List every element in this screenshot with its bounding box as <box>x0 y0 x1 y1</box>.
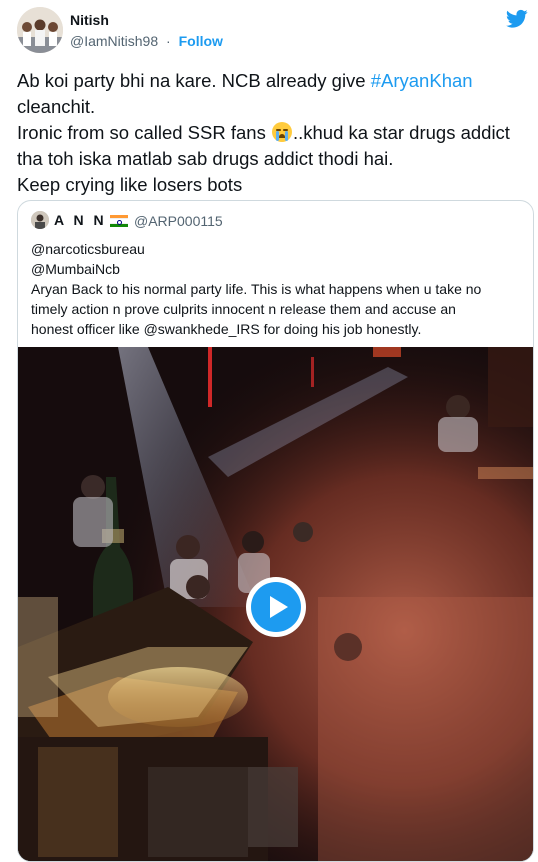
quoted-tweet-text: @narcoticsbureau @MumbaiNcb Aryan Back t… <box>31 239 523 339</box>
author-name[interactable]: Nitish <box>70 12 109 28</box>
play-button[interactable] <box>246 577 306 637</box>
tweet-text: Ab koi party bhi na kare. NCB already gi… <box>17 68 522 198</box>
quoted-text-line: timely action n prove culprits innocent … <box>31 301 456 317</box>
quoted-text-line: honest officer like @swankhede_IRS for d… <box>31 321 422 337</box>
follow-button[interactable]: Follow <box>179 33 223 49</box>
tweet-line-2: Ironic from so called SSR fans ..khud ka… <box>17 120 522 172</box>
tweet-text-segment: Ironic from so called SSR fans <box>17 122 271 143</box>
tweet-card: Nitish @IamNitish98 · Follow Ab koi part… <box>0 0 538 862</box>
hashtag-link[interactable]: #AryanKhan <box>371 70 473 91</box>
quoted-author-handle[interactable]: @ARP000115 <box>134 213 223 229</box>
tweet-line-3: Keep crying like losers bots <box>17 174 243 195</box>
author-handle-row: @IamNitish98 · Follow <box>70 33 223 49</box>
play-icon <box>251 582 301 632</box>
separator-dot: · <box>166 33 171 49</box>
tweet-text-segment: Ab koi party bhi na kare. NCB already gi… <box>17 70 371 91</box>
quoted-tweet[interactable]: A N N I @ARP000115 @narcoticsbureau @Mum… <box>17 200 534 862</box>
loudly-crying-face-emoji <box>271 122 292 142</box>
quoted-text-line: Aryan Back to his normal party life. Thi… <box>31 281 482 297</box>
mention-mumbaincb[interactable]: @MumbaiNcb <box>31 259 523 279</box>
tweet-line-1: Ab koi party bhi na kare. NCB already gi… <box>17 68 522 120</box>
author-handle[interactable]: @IamNitish98 <box>70 33 158 49</box>
twitter-bird-icon[interactable] <box>506 9 528 29</box>
author-avatar[interactable] <box>17 7 63 53</box>
tweet-text-segment: cleanchit. <box>17 96 96 117</box>
india-flag-icon <box>110 215 128 227</box>
mention-narcoticsbureau[interactable]: @narcoticsbureau <box>31 239 523 259</box>
quoted-author-avatar[interactable] <box>31 211 49 229</box>
video-thumbnail[interactable] <box>18 347 533 861</box>
